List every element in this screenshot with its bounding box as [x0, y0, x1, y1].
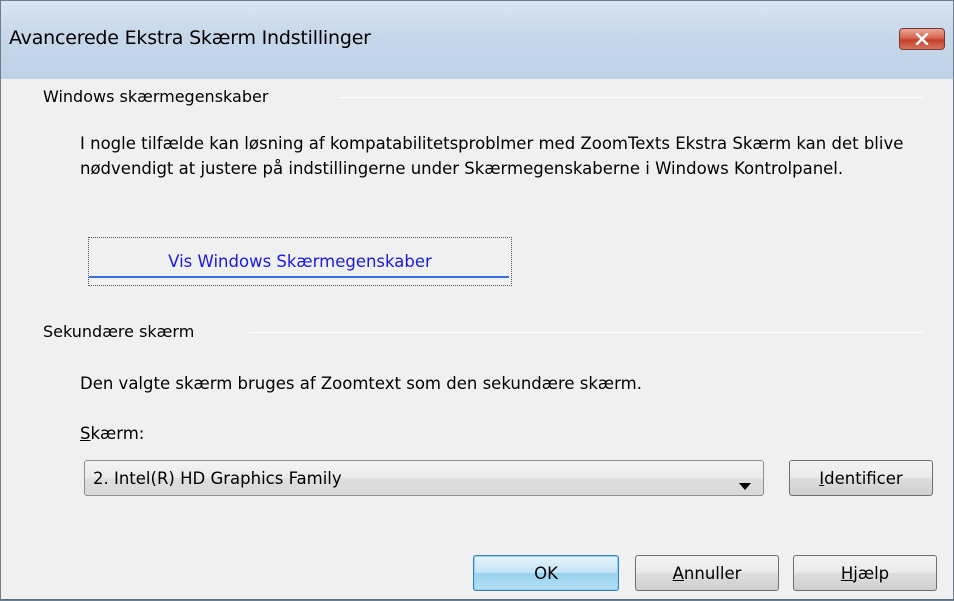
windows-section-heading: Windows skærmegenskaber — [43, 87, 269, 106]
display-select-value: 2. Intel(R) HD Graphics Family — [93, 469, 342, 488]
show-display-properties-button[interactable]: Vis Windows Skærmegenskaber — [88, 237, 512, 286]
ok-button[interactable]: OK — [473, 555, 619, 591]
display-select[interactable]: 2. Intel(R) HD Graphics Family — [84, 460, 764, 496]
secondary-display-info: Den valgte skærm bruges af Zoomtext som … — [80, 374, 642, 393]
dialog-window: Avancerede Ekstra Skærm Indstillinger Wi… — [0, 0, 954, 601]
identify-button-label: Identificer — [819, 469, 902, 488]
identify-label-text: dentificer — [824, 468, 903, 488]
secondary-section-heading: Sekundære skærm — [43, 322, 195, 341]
help-accelerator: H — [840, 563, 854, 583]
close-button[interactable] — [899, 28, 945, 50]
secondary-section-divider — [249, 332, 923, 333]
close-x-icon — [915, 33, 929, 45]
display-field-label-text: kærm: — [90, 424, 145, 443]
link-focus-underline — [89, 276, 509, 278]
display-field-label: Skærm: — [80, 424, 144, 443]
window-title: Avancerede Ekstra Skærm Indstillinger — [9, 27, 371, 49]
help-label-text: jælp — [853, 563, 890, 583]
ok-button-label: OK — [534, 563, 558, 583]
identify-button[interactable]: Identificer — [789, 460, 933, 496]
display-field-accelerator: S — [80, 424, 91, 443]
cancel-label-text: nnuller — [683, 563, 742, 583]
cancel-button-label: Annuller — [673, 564, 742, 583]
cancel-button[interactable]: Annuller — [635, 555, 779, 591]
help-button[interactable]: Hjælp — [793, 555, 937, 591]
windows-section-description: I nogle tilfælde kan løsning af kompatab… — [80, 134, 904, 178]
cancel-accelerator: A — [672, 563, 684, 583]
help-button-label: Hjælp — [841, 564, 889, 583]
dropdown-arrow-icon — [739, 475, 751, 495]
show-display-properties-label: Vis Windows Skærmegenskaber — [168, 252, 432, 271]
windows-section-divider — [339, 97, 923, 98]
title-bar[interactable]: Avancerede Ekstra Skærm Indstillinger — [1, 1, 953, 79]
